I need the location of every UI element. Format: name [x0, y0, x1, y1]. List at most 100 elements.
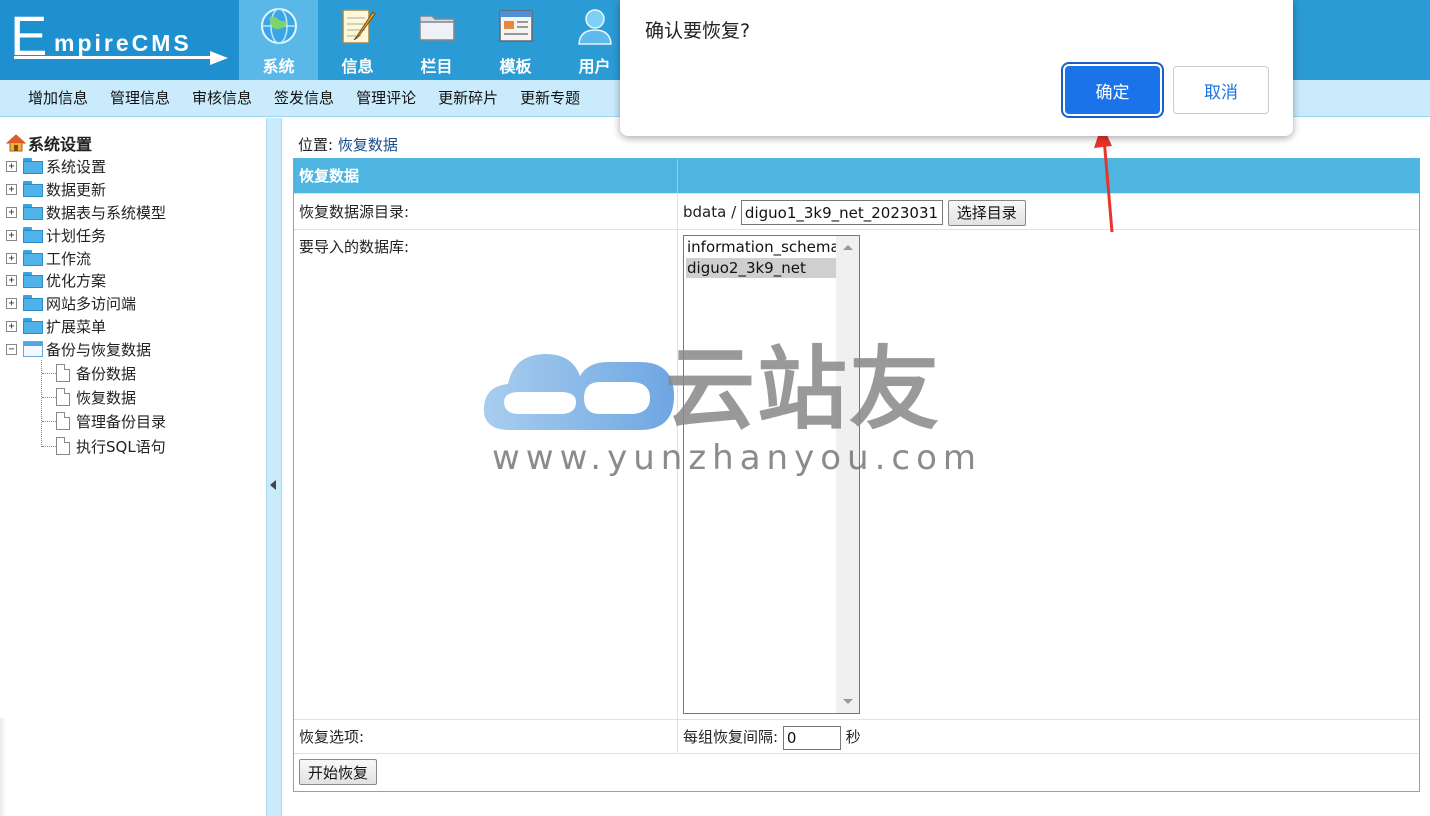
tree-root[interactable]: 系统设置: [6, 131, 92, 155]
listbox-scrollbar[interactable]: [836, 236, 859, 713]
expand-icon[interactable]: +: [6, 160, 17, 172]
expand-icon[interactable]: +: [6, 252, 17, 264]
expand-icon[interactable]: +: [6, 206, 17, 218]
folder-icon: [23, 318, 43, 334]
sidebar-item-label: 工作流: [46, 249, 92, 268]
folder-icon: [23, 295, 43, 311]
db-cell: information_schema diguo2_3k9_net: [678, 230, 1419, 719]
expand-icon[interactable]: +: [6, 297, 17, 309]
source-dir-cell: bdata / 选择目录: [678, 194, 1419, 229]
sidebar-item-label: 数据更新: [46, 180, 107, 199]
db-option-diguo2[interactable]: diguo2_3k9_net: [686, 258, 837, 278]
start-restore-button[interactable]: 开始恢复: [299, 759, 378, 785]
sidebar-tree: 系统设置 + 系统设置 + 数据更新 + 数据表与系统模型 + 计划任务 + 工…: [0, 118, 266, 816]
app-window: E mpireCMS 系统 信息 栏目 模板 用户 增加信息 管理信息 审核信息…: [0, 0, 1430, 816]
tree-connector: [42, 421, 56, 422]
source-dir-label: 恢复数据源目录:: [294, 194, 678, 229]
folder-icon: [419, 15, 455, 41]
sidebar-item-tables-models[interactable]: + 数据表与系统模型: [6, 201, 166, 223]
expand-icon[interactable]: +: [6, 274, 17, 286]
table-row: 要导入的数据库: information_schema diguo2_3k9_n…: [294, 230, 1419, 720]
table-row: 恢复选项: 每组恢复间隔: 秒: [294, 720, 1419, 754]
folder-icon: [23, 272, 43, 288]
page-icon: [56, 388, 70, 406]
expand-icon[interactable]: +: [6, 320, 17, 332]
sidebar-item-label: 系统设置: [46, 157, 107, 176]
page-icon: [56, 437, 70, 455]
sub-nav-update-topics[interactable]: 更新专题: [509, 80, 591, 116]
database-listbox[interactable]: information_schema diguo2_3k9_net: [683, 235, 860, 714]
restore-form-table: 恢复数据 恢复数据源目录: bdata / 选择目录 要导入的数据库: info…: [293, 158, 1420, 792]
empirecms-logo: E mpireCMS: [0, 0, 239, 80]
folder-icon: [23, 204, 43, 220]
notepad-icon: [342, 9, 376, 44]
tree-connector: [42, 397, 56, 398]
top-nav-column[interactable]: 栏目: [397, 0, 476, 80]
logo-text: mpireCMS: [54, 30, 192, 56]
page-icon: [56, 364, 70, 382]
sub-nav-add-info[interactable]: 增加信息: [17, 80, 99, 116]
top-nav-system[interactable]: 系统: [239, 0, 318, 80]
sidebar-item-scheduled-tasks[interactable]: + 计划任务: [6, 224, 106, 246]
breadcrumb-link[interactable]: 恢复数据: [338, 136, 398, 154]
confirm-ok-button[interactable]: 确定: [1065, 66, 1160, 114]
sidebar-item-label: 优化方案: [46, 271, 107, 290]
top-nav-label: 栏目: [420, 57, 453, 76]
table-header-row: 恢复数据: [294, 159, 1419, 194]
sidebar-item-optimization[interactable]: + 优化方案: [6, 269, 106, 291]
home-icon: [6, 134, 26, 152]
top-nav-template[interactable]: 模板: [476, 0, 555, 80]
table-header-title: 恢复数据: [294, 159, 678, 193]
sub-nav-manage-info[interactable]: 管理信息: [99, 80, 181, 116]
folder-icon: [23, 227, 43, 243]
sidebar-item-extend-menu[interactable]: + 扩展菜单: [6, 315, 106, 337]
sidebar-leaf-manage-backup-dir[interactable]: 管理备份目录: [56, 410, 166, 432]
sidebar-leaf-label: 备份数据: [76, 364, 137, 383]
sidebar-leaf-label: 管理备份目录: [76, 412, 167, 431]
sidebar-leaf-execute-sql[interactable]: 执行SQL语句: [56, 435, 166, 457]
main-content: 位置: 恢复数据 恢复数据 恢复数据源目录: bdata / 选择目录 要导入的…: [282, 118, 1430, 816]
sidebar-toggle[interactable]: [266, 118, 282, 816]
breadcrumb-prefix: 位置:: [298, 136, 334, 154]
scroll-up-icon[interactable]: [843, 245, 853, 250]
top-nav: 系统 信息 栏目 模板 用户: [239, 0, 634, 80]
sidebar-item-label: 计划任务: [46, 226, 107, 245]
source-dir-input[interactable]: [740, 200, 943, 225]
sidebar-item-label: 备份与恢复数据: [46, 340, 152, 359]
sidebar-item-backup-restore[interactable]: − 备份与恢复数据: [6, 338, 151, 360]
top-nav-label: 模板: [499, 57, 532, 76]
choose-dir-button[interactable]: 选择目录: [947, 199, 1026, 226]
top-nav-info[interactable]: 信息: [318, 0, 397, 80]
source-dir-prefix: bdata /: [683, 203, 737, 221]
interval-input[interactable]: [782, 725, 841, 750]
scroll-down-icon[interactable]: [843, 699, 853, 704]
logo-arrow-line: [14, 56, 214, 59]
folder-icon: [23, 250, 43, 266]
sidebar-leaf-restore-data[interactable]: 恢复数据: [56, 386, 136, 408]
db-label: 要导入的数据库:: [294, 230, 678, 719]
edge-shadow: [0, 718, 6, 816]
sub-nav-manage-comments[interactable]: 管理评论: [345, 80, 427, 116]
confirm-dialog: 确认要恢复? 确定 取消: [620, 0, 1293, 136]
db-option-information-schema[interactable]: information_schema: [686, 237, 837, 257]
expand-icon[interactable]: +: [6, 229, 17, 241]
sidebar-item-multi-access[interactable]: + 网站多访问端: [6, 292, 136, 314]
collapse-icon[interactable]: −: [6, 343, 17, 355]
sidebar-item-label: 扩展菜单: [46, 317, 107, 336]
confirm-cancel-button[interactable]: 取消: [1173, 66, 1269, 114]
sub-nav-update-fragments[interactable]: 更新碎片: [427, 80, 509, 116]
tree-connector: [42, 446, 56, 447]
breadcrumb: 位置: 恢复数据: [298, 134, 398, 155]
expand-icon[interactable]: +: [6, 183, 17, 195]
sub-nav-sign-info[interactable]: 签发信息: [263, 80, 345, 116]
sidebar-item-workflow[interactable]: + 工作流: [6, 247, 91, 269]
sidebar-leaf-label: 执行SQL语句: [76, 437, 166, 456]
sub-nav-review-info[interactable]: 审核信息: [181, 80, 263, 116]
table-row: 开始恢复: [294, 754, 1419, 791]
folder-icon: [23, 158, 43, 174]
sidebar-leaf-backup-data[interactable]: 备份数据: [56, 362, 136, 384]
table-row: 恢复数据源目录: bdata / 选择目录: [294, 194, 1419, 230]
sidebar-item-system-settings[interactable]: + 系统设置: [6, 155, 106, 177]
sidebar-item-data-update[interactable]: + 数据更新: [6, 178, 106, 200]
tree-connector: [42, 373, 56, 374]
